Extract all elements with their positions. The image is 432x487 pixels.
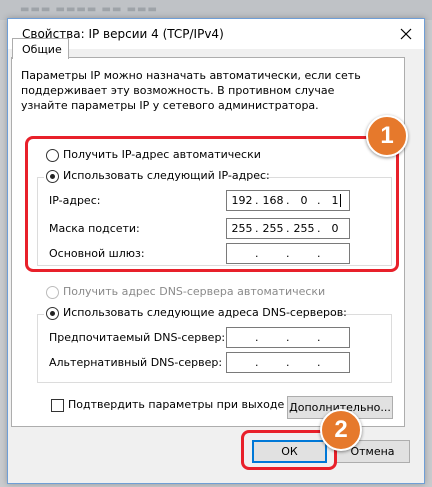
auto-dns-radio[interactable] bbox=[46, 286, 59, 299]
manual-dns-label: Использовать следующие адреса DNS-сервер… bbox=[63, 306, 347, 319]
alternate-dns-input[interactable]: . . . bbox=[226, 352, 350, 373]
ip-settings-highlight bbox=[25, 136, 399, 272]
title-bar: Свойства: IP версии 4 (TCP/IPv4) bbox=[8, 19, 424, 49]
tab-general[interactable]: Общие bbox=[12, 38, 69, 59]
step-badge-1: 1 bbox=[366, 115, 408, 157]
preferred-dns-input[interactable]: . . . bbox=[226, 327, 350, 348]
description-text: Параметры IP можно назначать автоматичес… bbox=[21, 69, 361, 112]
close-icon[interactable] bbox=[398, 26, 414, 42]
background-window-text: ▬▬▬ ▬▬▬▬ ▬▬ ▬▬▬ bbox=[20, 4, 158, 15]
step-badge-2: 2 bbox=[320, 409, 362, 451]
validate-label: Подтвердить параметры при выходе bbox=[68, 398, 285, 411]
alternate-dns-label: Альтернативный DNS-сервер: bbox=[49, 356, 223, 369]
validate-checkbox[interactable] bbox=[51, 399, 64, 412]
tab-general-label: Общие bbox=[22, 43, 62, 56]
manual-dns-radio[interactable] bbox=[46, 307, 59, 320]
auto-dns-label: Получить адрес DNS-сервера автоматически bbox=[63, 285, 326, 298]
preferred-dns-label: Предпочитаемый DNS-сервер: bbox=[49, 331, 226, 344]
